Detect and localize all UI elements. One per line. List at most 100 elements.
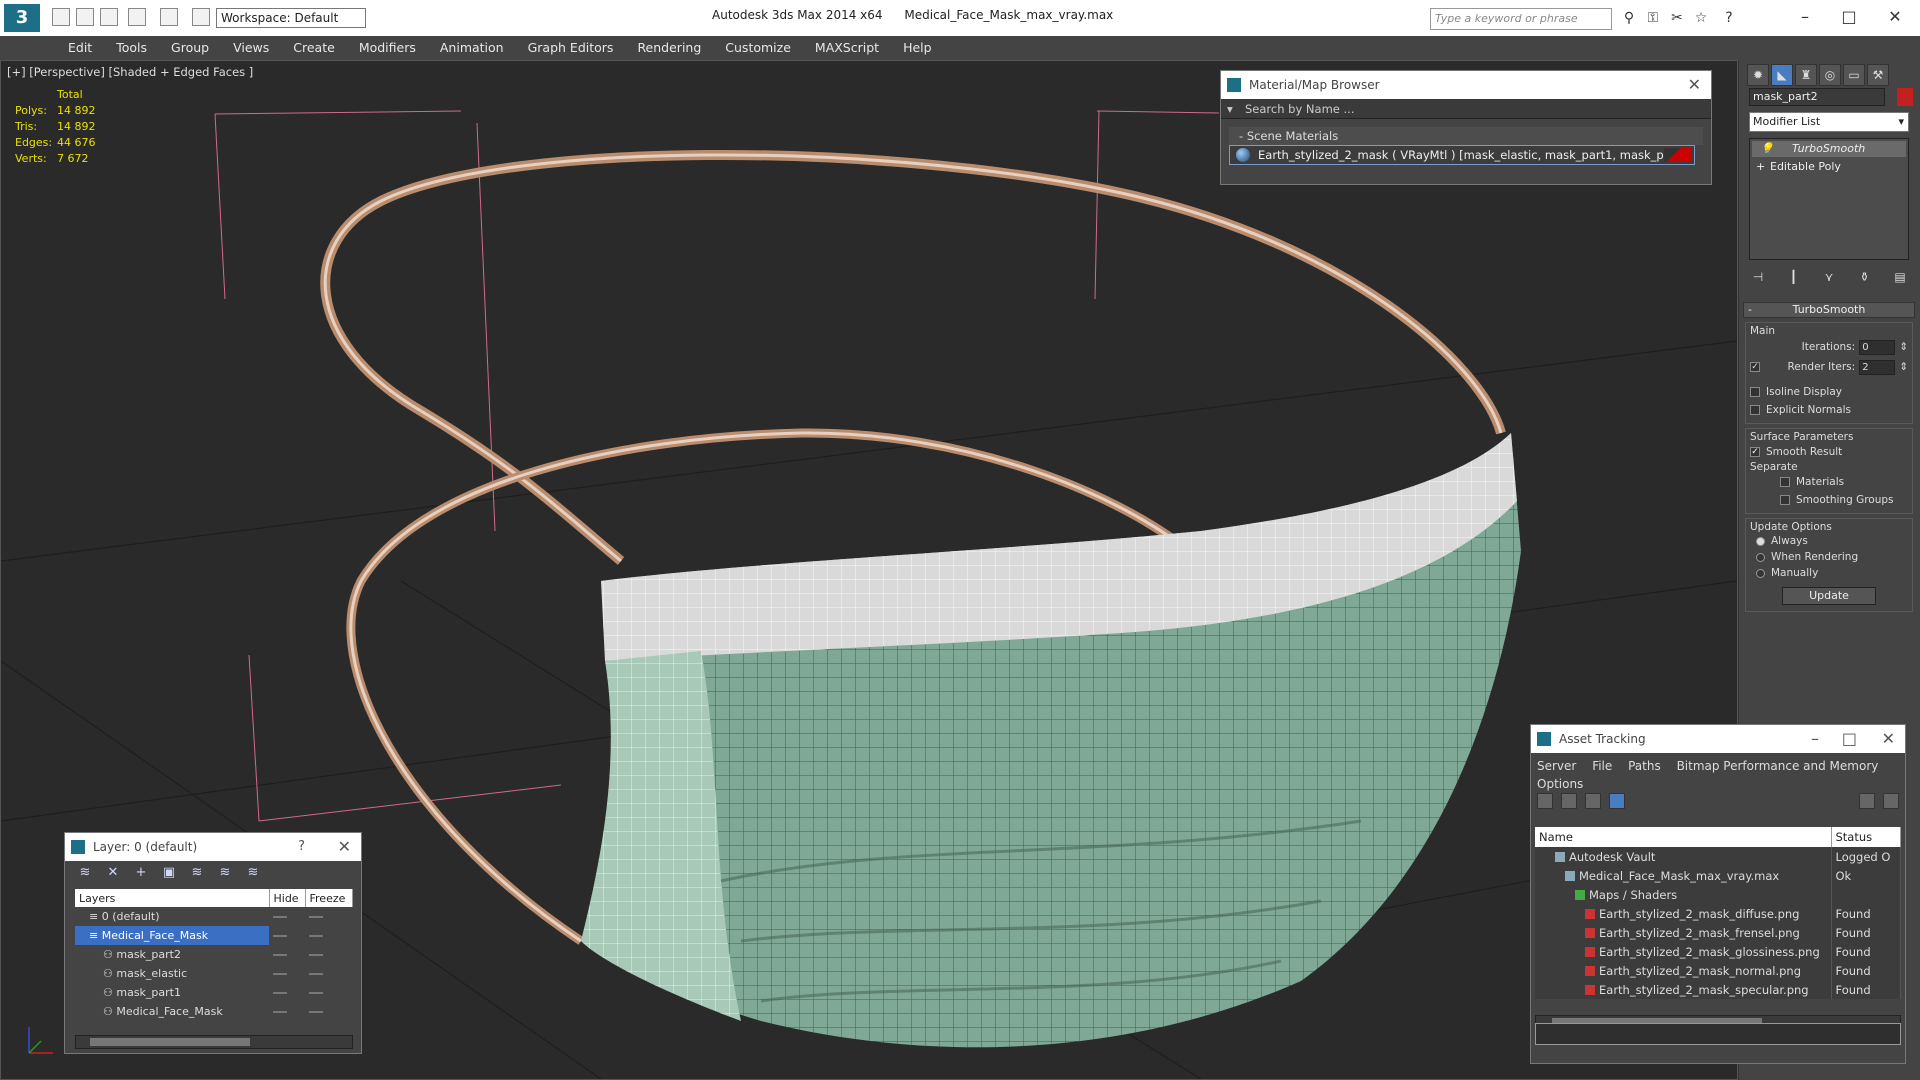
show-end-result-icon[interactable]: ┃ (1785, 268, 1803, 286)
render-iters-input[interactable]: 2 (1859, 359, 1896, 375)
table-row[interactable]: Maps / Shaders (1535, 885, 1901, 904)
scene-materials-section[interactable]: - Scene Materials (1229, 127, 1703, 145)
menu-views[interactable]: Views (221, 36, 281, 60)
star-icon[interactable]: ☆ (1692, 9, 1710, 27)
layer-row[interactable]: ⚇ Medical_Face_Mask (75, 1002, 353, 1021)
menu-customize[interactable]: Customize (713, 36, 803, 60)
lightbulb-icon[interactable]: 💡 (1760, 141, 1774, 157)
asset-tracking-titlebar[interactable]: Asset Tracking – □ ✕ (1531, 725, 1905, 753)
smoothing-groups-checkbox[interactable]: Smoothing Groups (1750, 491, 1908, 509)
menu-file[interactable]: File (1592, 759, 1612, 773)
table-row[interactable]: Earth_stylized_2_mask_glossiness.png Foun… (1535, 942, 1901, 961)
save-file-icon[interactable] (100, 8, 118, 26)
list-view-icon[interactable] (1561, 793, 1577, 809)
key-icon[interactable]: ⚿ (1644, 9, 1662, 27)
close-icon[interactable]: ✕ (1880, 6, 1910, 30)
app-logo-icon[interactable]: 3 (4, 4, 40, 32)
table-row[interactable]: Earth_stylized_2_mask_frensel.png Found (1535, 923, 1901, 942)
layer-row[interactable]: ⚇ mask_part2 (75, 945, 353, 964)
layer-row[interactable]: ≡ Medical_Face_Mask (75, 926, 353, 945)
layer-hide-toggle[interactable] (269, 983, 305, 1002)
redo-icon[interactable] (160, 8, 178, 26)
open-file-icon[interactable] (76, 8, 94, 26)
undo-icon[interactable] (128, 8, 146, 26)
material-search-input[interactable]: ▾ Search by Name ... (1221, 99, 1711, 119)
layer-hide-toggle[interactable] (269, 926, 305, 945)
menu-animation[interactable]: Animation (428, 36, 516, 60)
menu-paths[interactable]: Paths (1628, 759, 1661, 773)
material-browser-titlebar[interactable]: Material/Map Browser ✕ (1221, 71, 1711, 99)
col-hide[interactable]: Hide (269, 889, 306, 907)
stack-item-editable-poly[interactable]: + Editable Poly (1752, 159, 1906, 175)
smooth-result-checkbox[interactable]: ✓ Smooth Result (1750, 443, 1908, 461)
layer-row[interactable]: ⚇ mask_part1 (75, 983, 353, 1002)
menu-create[interactable]: Create (281, 36, 347, 60)
viewport-label[interactable]: [+] [Perspective] [Shaded + Edged Faces … (7, 65, 253, 79)
pin-stack-icon[interactable]: ⊣ (1749, 268, 1767, 286)
explicit-normals-checkbox[interactable]: Explicit Normals (1750, 401, 1908, 419)
hide-all-icon[interactable]: ≋ (217, 865, 233, 881)
hierarchy-tab-icon[interactable]: ♜ (1795, 64, 1817, 86)
always-radio[interactable]: Always (1750, 533, 1908, 549)
layer-freeze-toggle[interactable] (305, 907, 353, 926)
expand-icon[interactable]: + (1756, 159, 1765, 175)
motion-tab-icon[interactable]: ◎ (1819, 64, 1841, 86)
settings-icon[interactable] (1883, 793, 1899, 809)
utilities-tab-icon[interactable]: ⚒ (1867, 64, 1889, 86)
col-layers[interactable]: Layers (75, 889, 270, 907)
update-button[interactable]: Update (1782, 587, 1876, 605)
search-input[interactable]: Type a keyword or phrase (1430, 8, 1612, 30)
when-rendering-radio[interactable]: When Rendering (1750, 549, 1908, 565)
render-iters-checkbox[interactable]: ✓ (1750, 362, 1760, 372)
layer-freeze-toggle[interactable] (305, 1002, 353, 1021)
modifier-list-dropdown[interactable]: Modifier List ▾ (1749, 112, 1909, 132)
minimize-icon[interactable]: – (1790, 6, 1820, 30)
table-row[interactable]: Earth_stylized_2_mask_diffuse.png Found (1535, 904, 1901, 923)
menu-maxscript[interactable]: MAXScript (803, 36, 891, 60)
menu-tools[interactable]: Tools (104, 36, 159, 60)
col-status[interactable]: Status (1831, 827, 1901, 847)
layer-hide-toggle[interactable] (269, 964, 305, 983)
add-to-layer-icon[interactable]: + (133, 865, 149, 881)
iterations-input[interactable]: 0 (1859, 339, 1896, 355)
display-tab-icon[interactable]: ▭ (1843, 64, 1865, 86)
object-name-field[interactable]: mask_part2 (1749, 88, 1885, 106)
table-row[interactable]: Earth_stylized_2_mask_specular.png Found (1535, 980, 1901, 999)
maximize-icon[interactable]: □ (1834, 6, 1864, 30)
rollout-title[interactable]: - TurboSmooth (1743, 302, 1915, 318)
menu-help[interactable]: Help (891, 36, 944, 60)
select-objects-icon[interactable]: ▣ (161, 865, 177, 881)
modify-tab-icon[interactable]: ◣ (1771, 64, 1793, 86)
spinner-arrows-icon[interactable]: ⇕ (1899, 361, 1908, 373)
col-name[interactable]: Name (1535, 827, 1832, 847)
remove-modifier-icon[interactable]: ⚱ (1856, 268, 1874, 286)
exchange-icon[interactable]: ✂ (1668, 9, 1686, 27)
binoculars-icon[interactable]: ⚲ (1620, 9, 1638, 27)
layer-freeze-toggle[interactable] (305, 983, 353, 1002)
help-icon[interactable]: ? (1720, 9, 1738, 27)
stack-item-turbosmooth[interactable]: 💡 TurboSmooth (1752, 141, 1906, 157)
menu-graph-editors[interactable]: Graph Editors (516, 36, 626, 60)
close-icon[interactable]: ✕ (1882, 725, 1895, 753)
col-freeze[interactable]: Freeze (305, 889, 353, 907)
menu-modifiers[interactable]: Modifiers (347, 36, 428, 60)
menu-group[interactable]: Group (159, 36, 221, 60)
minimize-icon[interactable]: – (1811, 725, 1819, 753)
menu-server[interactable]: Server (1537, 759, 1576, 773)
layer-row[interactable]: ≡ 0 (default) (75, 907, 353, 926)
manually-radio[interactable]: Manually (1750, 565, 1908, 581)
create-tab-icon[interactable]: ✹ (1747, 64, 1769, 86)
workspace-dropdown[interactable]: Workspace: Default (216, 8, 366, 28)
maximize-icon[interactable]: □ (1842, 725, 1857, 753)
project-folder-icon[interactable] (192, 8, 210, 26)
freeze-all-icon[interactable]: ≋ (245, 865, 261, 881)
menu-rendering[interactable]: Rendering (625, 36, 713, 60)
asset-path-field[interactable] (1535, 1023, 1901, 1045)
make-unique-icon[interactable]: ⋎ (1820, 268, 1838, 286)
material-item[interactable]: Earth_stylized_2_mask ( VRayMtl ) [mask_… (1229, 145, 1695, 165)
thumbnail-view-icon[interactable] (1585, 793, 1601, 809)
materials-checkbox[interactable]: Materials (1750, 473, 1908, 491)
layer-freeze-toggle[interactable] (305, 964, 353, 983)
table-row[interactable]: Medical_Face_Mask_max_vray.max Ok (1535, 866, 1901, 885)
layer-row[interactable]: ⚇ mask_elastic (75, 964, 353, 983)
